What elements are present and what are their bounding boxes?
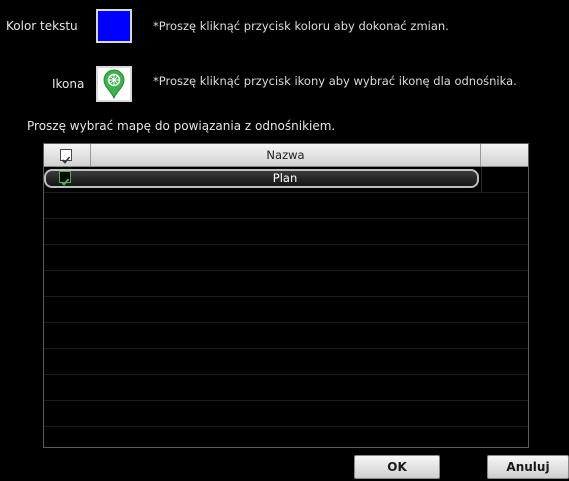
column-header-name[interactable]: Nazwa xyxy=(91,144,481,166)
text-color-label: Kolor tekstu xyxy=(6,19,78,33)
table-header: Nazwa xyxy=(44,144,528,167)
icon-label: Ikona xyxy=(52,77,85,91)
header-check-cell xyxy=(44,144,91,166)
row-name: Plan xyxy=(272,171,298,185)
map-table: Nazwa Plan xyxy=(43,143,529,448)
table-row[interactable]: Plan xyxy=(44,167,528,193)
row-checkbox[interactable] xyxy=(59,171,71,186)
text-color-button[interactable] xyxy=(96,9,132,43)
empty-row xyxy=(44,375,528,401)
empty-row xyxy=(44,349,528,375)
empty-row xyxy=(44,271,528,297)
cancel-button[interactable]: Anuluj xyxy=(487,455,569,479)
icon-hint: *Proszę kliknąć przycisk ikony aby wybra… xyxy=(153,74,517,88)
checkmark-icon xyxy=(61,156,71,164)
empty-row xyxy=(44,323,528,349)
icon-select-button[interactable] xyxy=(96,66,132,102)
empty-row xyxy=(44,245,528,271)
ok-button[interactable]: OK xyxy=(354,455,440,479)
empty-row xyxy=(44,219,528,245)
map-select-prompt: Proszę wybrać mapę do powiązania z odnoś… xyxy=(27,119,336,133)
green-map-pin-icon xyxy=(103,69,125,100)
column-divider xyxy=(481,167,482,192)
empty-row xyxy=(44,401,528,427)
select-all-checkbox[interactable] xyxy=(60,149,72,164)
checkmark-icon xyxy=(60,178,70,186)
text-color-hint: *Proszę kliknąć przycisk koloru aby doko… xyxy=(153,19,449,33)
empty-row xyxy=(44,193,528,219)
empty-row xyxy=(44,297,528,323)
link-properties-dialog: Kolor tekstu *Proszę kliknąć przycisk ko… xyxy=(0,0,569,481)
